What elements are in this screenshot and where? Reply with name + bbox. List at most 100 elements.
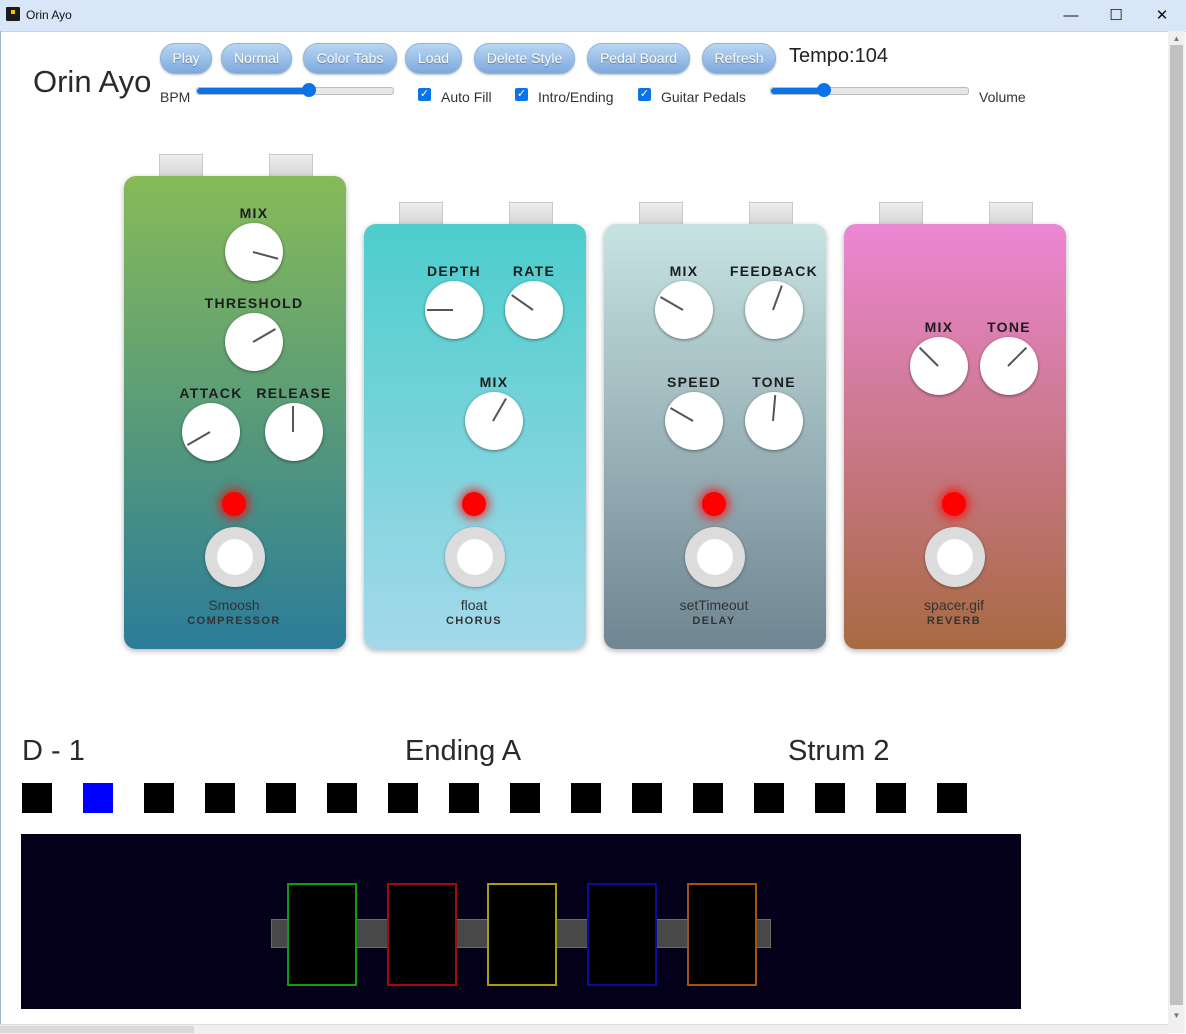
foot-pedal-yellow[interactable] [487,883,557,986]
pedal-type: REVERB [926,615,982,627]
beat-square [754,783,784,813]
beat-square [327,783,357,813]
bpm-slider-fill [197,88,309,94]
beat-square [876,783,906,813]
pedal-name: spacer.gif [924,597,984,613]
pedal-name: Smoosh [208,597,260,613]
knob-pointer [292,406,294,432]
bpm-slider-thumb[interactable] [301,83,316,97]
maximize-button[interactable]: ☐ [1093,0,1139,31]
footswitch-button[interactable] [685,527,745,587]
chord-display: D - 1 [22,735,85,767]
beat-square [937,783,967,813]
delete-style-button[interactable]: Delete Style [474,43,575,74]
scroll-up-arrow-icon[interactable]: ▲ [1170,34,1183,43]
knob-pointer [772,285,783,311]
beat-square [815,783,845,813]
tempo-readout: Tempo:104 [789,45,888,67]
foot-pedal-orange[interactable] [687,883,757,986]
pedal-board-button[interactable]: Pedal Board [587,43,690,74]
knob-label: TONE [987,319,1031,335]
window-border [0,31,1,1033]
knob-label: FEEDBACK [729,263,819,279]
knob-pointer [1007,346,1028,367]
speed-knob[interactable] [665,392,723,450]
vertical-scroll-thumb[interactable] [1170,45,1183,1005]
knob-label: RELEASE [256,385,332,401]
minimize-button[interactable]: — [1048,0,1094,31]
auto-fill-label: Auto Fill [441,89,492,105]
knob-pointer [186,431,211,446]
pedal-type: CHORUS [445,615,503,627]
threshold-knob[interactable] [225,313,283,371]
attack-knob[interactable] [182,403,240,461]
beat-square [571,783,601,813]
intro-ending-checkbox[interactable]: ✓ [515,88,528,101]
knob-pointer [918,346,939,367]
beat-square [632,783,662,813]
color-tabs-button[interactable]: Color Tabs [303,43,397,74]
pedal-name: float [460,597,488,613]
volume-slider[interactable] [770,83,969,97]
play-button[interactable]: Play [160,43,212,74]
beat-square [449,783,479,813]
volume-slider-thumb[interactable] [817,83,832,97]
rate-knob[interactable] [505,281,563,339]
beat-square [693,783,723,813]
footswitch-button[interactable] [205,527,265,587]
beat-square [144,783,174,813]
knob-pointer [772,395,777,422]
knob-pointer [252,251,279,260]
intro-ending-label: Intro/Ending [538,89,614,105]
knob-label: THRESHOLD [204,295,304,311]
mix-knob[interactable] [465,392,523,450]
auto-fill-checkbox[interactable]: ✓ [418,88,431,101]
bpm-slider[interactable] [196,83,394,97]
depth-knob[interactable] [425,281,483,339]
release-knob[interactable] [265,403,323,461]
app-icon [6,7,20,21]
footswitch-button[interactable] [925,527,985,587]
close-button[interactable]: ✕ [1139,0,1185,31]
refresh-button[interactable]: Refresh [702,43,776,74]
beat-square [510,783,540,813]
status-led [222,492,246,516]
footswitch-button[interactable] [445,527,505,587]
pedal-name: setTimeout [679,597,749,613]
knob-pointer [511,294,534,311]
normal-button[interactable]: Normal [221,43,292,74]
feedback-knob[interactable] [745,281,803,339]
status-led [942,492,966,516]
guitar-pedals-label: Guitar Pedals [661,89,746,105]
pedal-type: COMPRESSOR [187,615,281,627]
bpm-label: BPM [160,89,191,105]
knob-label: MIX [239,205,269,221]
knob-label: TONE [752,374,796,390]
status-led [702,492,726,516]
beat-square [266,783,296,813]
beat-square [388,783,418,813]
knob-label: RATE [512,263,556,279]
status-led [462,492,486,516]
load-button[interactable]: Load [405,43,462,74]
beat-square [83,783,113,813]
tone-knob[interactable] [980,337,1038,395]
knob-pointer [659,296,684,311]
knob-pointer [492,397,507,422]
foot-pedal-green[interactable] [287,883,357,986]
tone-knob[interactable] [745,392,803,450]
mix-knob[interactable] [910,337,968,395]
mix-knob[interactable] [225,223,283,281]
section-display: Ending A [405,735,522,767]
knob-pointer [427,309,453,311]
mix-knob[interactable] [655,281,713,339]
window-title: Orin Ayo [26,8,72,22]
foot-pedal-blue[interactable] [587,883,657,986]
knob-pointer [669,407,694,422]
beat-square [22,783,52,813]
scroll-down-arrow-icon[interactable]: ▼ [1170,1011,1183,1020]
pedal-type: DELAY [692,615,736,627]
guitar-pedals-checkbox[interactable]: ✓ [638,88,651,101]
horizontal-scroll-thumb[interactable] [0,1026,194,1033]
foot-pedal-red[interactable] [387,883,457,986]
